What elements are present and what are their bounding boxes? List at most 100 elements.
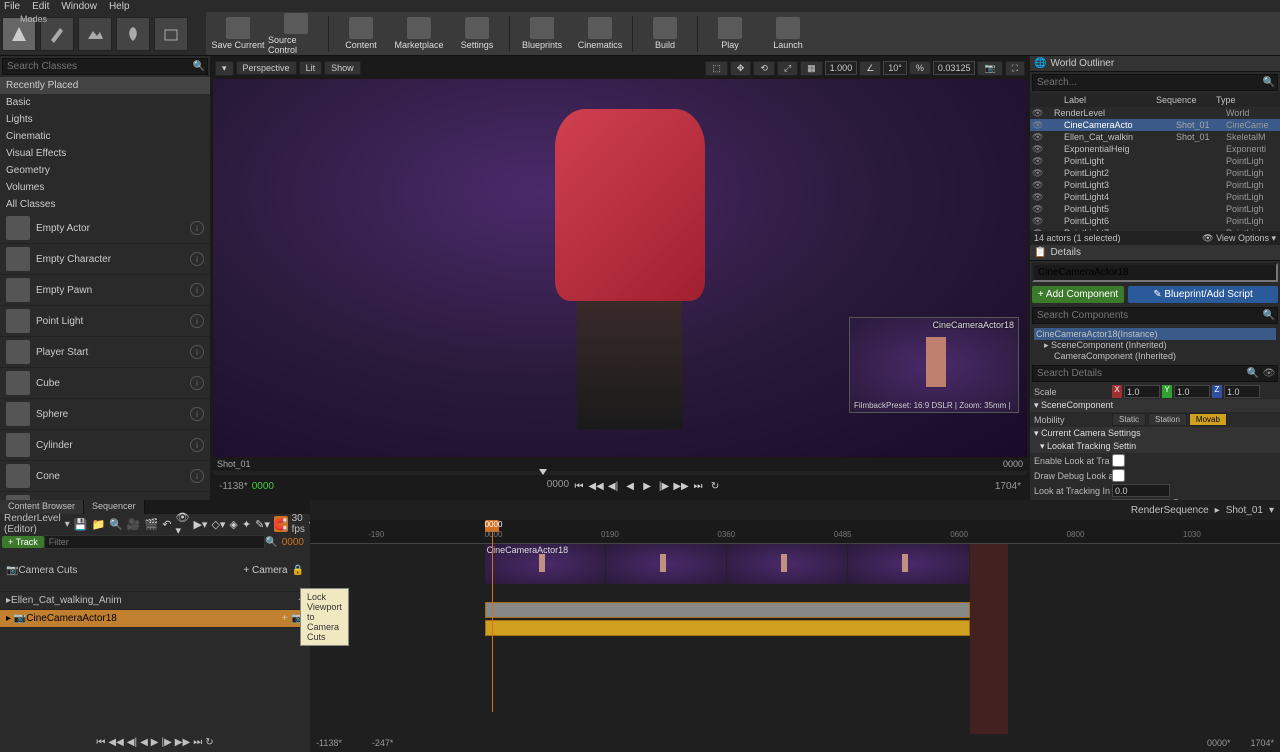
category-geometry[interactable]: Geometry: [0, 162, 210, 179]
scale-y[interactable]: [1174, 385, 1210, 398]
reverse-icon[interactable]: ◀: [140, 737, 148, 748]
step-back-icon[interactable]: ◀◀: [108, 737, 123, 748]
outliner-row[interactable]: 👁PointLightPointLigh: [1030, 155, 1280, 167]
transform-move-icon[interactable]: ✥: [730, 61, 752, 76]
blueprints-button[interactable]: Blueprints: [514, 13, 570, 55]
outliner-search-input[interactable]: [1033, 75, 1261, 90]
visibility-icon[interactable]: 👁: [1032, 204, 1044, 215]
save-button[interactable]: Save Current: [210, 13, 266, 55]
visibility-icon[interactable]: 👁: [1032, 216, 1044, 227]
mode-landscape-icon[interactable]: [78, 17, 112, 51]
add-camera-button[interactable]: + Camera: [243, 565, 287, 576]
save-icon[interactable]: 💾: [74, 516, 88, 532]
clapboard-icon[interactable]: 🎬: [145, 516, 159, 532]
actor-cube[interactable]: Cubei: [0, 368, 210, 399]
actor-cylinder[interactable]: Cylinderi: [0, 430, 210, 461]
scale-z[interactable]: [1224, 385, 1260, 398]
draw-debug-checkbox[interactable]: [1112, 469, 1125, 482]
scale-x[interactable]: [1124, 385, 1160, 398]
goto-start-icon[interactable]: ⏮: [96, 737, 105, 748]
component-scene[interactable]: ▸ SceneComponent (Inherited): [1034, 340, 1276, 351]
transform-scale-icon[interactable]: ⤢: [777, 61, 798, 76]
step-fwd-icon[interactable]: ▶▶: [674, 479, 688, 493]
menu-window[interactable]: Window: [61, 1, 97, 12]
lit-button[interactable]: Lit: [299, 61, 323, 75]
actor-point-light[interactable]: Point Lighti: [0, 306, 210, 337]
anim-clip[interactable]: [485, 602, 970, 618]
viewport-3d[interactable]: CineCameraActor18 FilmbackPreset: 16:9 D…: [213, 79, 1027, 457]
filter-input[interactable]: [44, 535, 266, 549]
search-icon[interactable]: 🔍: [1261, 76, 1277, 90]
outliner-row[interactable]: 👁PointLight6PointLigh: [1030, 215, 1280, 227]
camera-track[interactable]: ▸ 📷CineCameraActor18+📷: [0, 610, 310, 628]
anim-track[interactable]: ▸Ellen_Cat_walking_Anim+: [0, 592, 310, 610]
search-details-input[interactable]: [1033, 366, 1245, 381]
lookat-section[interactable]: ▾ Lookat Tracking Settin: [1030, 440, 1280, 453]
outliner-row[interactable]: 👁Ellen_Cat_walkinShot_01SkeletalM: [1030, 131, 1280, 143]
look-interp-field[interactable]: [1112, 484, 1170, 497]
camera-settings-section[interactable]: ▾ Current Camera Settings: [1030, 427, 1280, 440]
step-back-icon[interactable]: ◀◀: [589, 479, 603, 493]
category-all-classes[interactable]: All Classes: [0, 196, 210, 213]
show-button[interactable]: Show: [324, 61, 361, 75]
mobility-stationary[interactable]: Station: [1148, 413, 1187, 426]
category-visual-effects[interactable]: Visual Effects: [0, 145, 210, 162]
info-icon[interactable]: i: [190, 469, 204, 483]
visibility-icon[interactable]: 👁: [1032, 156, 1044, 167]
timeline-body[interactable]: CineCameraActor18: [310, 544, 1280, 734]
search-icon[interactable]: 🔍: [1261, 309, 1277, 323]
perspective-button[interactable]: Perspective: [236, 61, 297, 75]
prev-key-icon[interactable]: ◀|: [606, 479, 620, 493]
actor-name-field[interactable]: [1032, 263, 1278, 282]
info-icon[interactable]: i: [190, 252, 204, 266]
browse-icon[interactable]: 📁: [91, 516, 105, 532]
content-button[interactable]: Content: [333, 13, 389, 55]
scenecomp-section[interactable]: ▾ SceneComponent: [1030, 399, 1280, 412]
info-icon[interactable]: i: [190, 407, 204, 421]
step-fwd-icon[interactable]: ▶▶: [175, 737, 190, 748]
sequence-name[interactable]: RenderSequence: [1131, 505, 1209, 516]
reverse-icon[interactable]: ◀: [623, 479, 637, 493]
outliner-row[interactable]: 👁RenderLevelWorld: [1030, 107, 1280, 119]
edit-icon[interactable]: ✎▾: [255, 516, 270, 532]
col-label[interactable]: Label: [1034, 95, 1156, 105]
col-type[interactable]: Type: [1216, 95, 1276, 105]
visibility-icon[interactable]: 👁: [1032, 132, 1044, 143]
category-cinematic[interactable]: Cinematic: [0, 128, 210, 145]
tab-sequencer[interactable]: Sequencer: [84, 500, 145, 514]
info-icon[interactable]: i: [190, 345, 204, 359]
camera-clip[interactable]: [485, 620, 970, 636]
search-components-input[interactable]: [1033, 308, 1261, 323]
undo-icon[interactable]: ↶: [162, 516, 171, 532]
view-options-button[interactable]: 👁 View Options ▾: [1202, 233, 1276, 244]
enable-look-checkbox[interactable]: [1112, 454, 1125, 467]
snap-scale-icon[interactable]: %: [909, 61, 931, 75]
outliner-row[interactable]: 👁CineCameraActoShot_01CineCame: [1030, 119, 1280, 131]
render-icon[interactable]: 🎥: [127, 516, 141, 532]
actor-sphere[interactable]: Spherei: [0, 399, 210, 430]
play-icon[interactable]: ▶: [151, 737, 159, 748]
mode-geometry-icon[interactable]: [154, 17, 188, 51]
snap-icon[interactable]: 🧲: [274, 516, 288, 532]
menu-help[interactable]: Help: [109, 1, 130, 12]
actor-plane[interactable]: Planei: [0, 492, 210, 500]
snap-angle-icon[interactable]: ∠: [859, 61, 881, 76]
scrub-marker-icon[interactable]: [539, 469, 547, 475]
snap-angle-value[interactable]: 10°: [883, 61, 907, 75]
settings-button[interactable]: Settings: [449, 13, 505, 55]
mobility-static[interactable]: Static: [1112, 413, 1146, 426]
shot-name[interactable]: Shot_01: [1226, 505, 1263, 516]
goto-end-icon[interactable]: ⏭: [193, 737, 202, 748]
search-icon[interactable]: 🔍: [1245, 367, 1261, 381]
add-icon[interactable]: +: [282, 613, 288, 624]
info-icon[interactable]: i: [190, 438, 204, 452]
cinematics-button[interactable]: Cinematics: [572, 13, 628, 55]
key-icon[interactable]: ◈: [229, 516, 237, 532]
actor-cone[interactable]: Conei: [0, 461, 210, 492]
lock-viewport-icon[interactable]: 🔒: [292, 565, 304, 576]
transform-select-icon[interactable]: ⬚: [705, 61, 728, 76]
category-recently-placed[interactable]: Recently Placed: [0, 77, 210, 94]
col-sequence[interactable]: Sequence: [1156, 95, 1216, 105]
fps-dropdown[interactable]: 30 fps: [292, 513, 305, 535]
actor-empty-pawn[interactable]: Empty Pawni: [0, 275, 210, 306]
